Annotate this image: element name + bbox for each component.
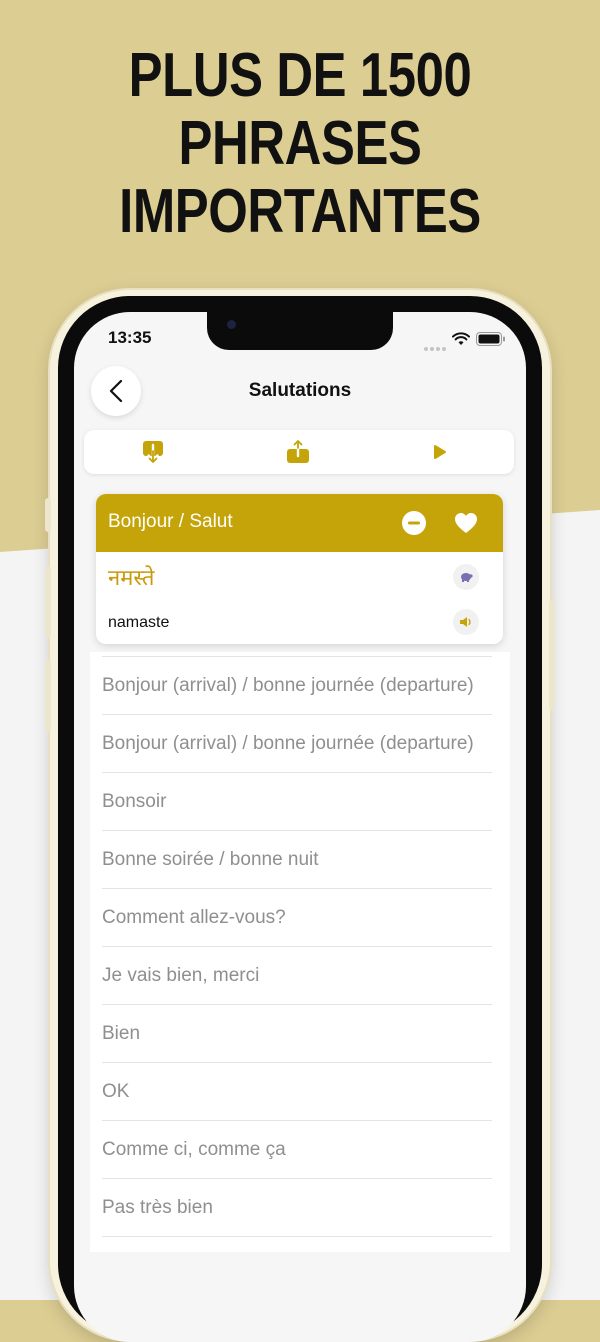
list-item[interactable]: Bonsoir [102, 772, 492, 830]
share-icon [287, 440, 309, 463]
power-button [549, 600, 555, 710]
headline: PLUS DE 1500 PHRASES IMPORTANTES [54, 42, 546, 246]
headline-line-3: IMPORTANTES [119, 177, 481, 246]
volume-down-button [45, 660, 51, 732]
list-item[interactable]: Comme ci, comme ça [102, 1120, 492, 1178]
slow-audio-button[interactable] [453, 564, 479, 590]
toolbar [84, 430, 514, 474]
list-item[interactable]: Comment allez-vous? [102, 888, 492, 946]
favorite-button[interactable] [453, 510, 479, 536]
list-item[interactable]: Bonjour (arrival) / bonne journée (depar… [102, 714, 492, 772]
screen-title: Salutations [248, 380, 352, 401]
share-button[interactable] [283, 438, 313, 466]
volume-up-button [45, 566, 51, 638]
phrase-card-header: Bonjour / Salut [96, 494, 503, 552]
list-item[interactable]: Je vais bien, merci [102, 946, 492, 1004]
heart-icon [455, 513, 477, 533]
list-item[interactable]: Bonne soirée / bonne nuit [102, 830, 492, 888]
chevron-left-icon [109, 379, 123, 403]
phrase-text: Bonjour / Salut [108, 511, 233, 532]
headline-line-1: PLUS DE 1500 [128, 41, 472, 110]
play-button[interactable] [425, 438, 455, 466]
download-icon [143, 441, 163, 463]
phrase-card[interactable]: Bonjour / Salut नमस्ते namaste [96, 494, 503, 644]
signal-icon [424, 338, 448, 356]
back-button[interactable] [91, 366, 141, 416]
list-item[interactable]: OK [102, 1062, 492, 1120]
download-button[interactable] [138, 438, 168, 466]
speaker-icon [460, 617, 471, 627]
romanization-text: namaste [108, 614, 170, 631]
native-script: नमस्ते [108, 566, 155, 591]
list-item[interactable]: Bonjour (arrival) / bonne journée (depar… [102, 656, 492, 714]
list-item[interactable]: Pas très bien [102, 1178, 492, 1237]
camera-icon [227, 320, 236, 329]
turtle-icon [461, 573, 473, 582]
status-time: 13:35 [108, 328, 152, 347]
wifi-icon [452, 332, 470, 345]
side-button [45, 498, 51, 532]
phrase-list: Bonjour (arrival) / bonne journée (depar… [90, 656, 510, 1237]
battery-icon [476, 332, 505, 346]
list-item[interactable]: Bien [102, 1004, 492, 1062]
status-icons [424, 330, 508, 351]
minus-circle-icon [402, 511, 426, 535]
audio-button[interactable] [453, 609, 479, 635]
notch [207, 312, 393, 350]
play-icon [434, 445, 446, 459]
headline-line-2: PHRASES [178, 109, 422, 178]
remove-button[interactable] [401, 510, 427, 536]
